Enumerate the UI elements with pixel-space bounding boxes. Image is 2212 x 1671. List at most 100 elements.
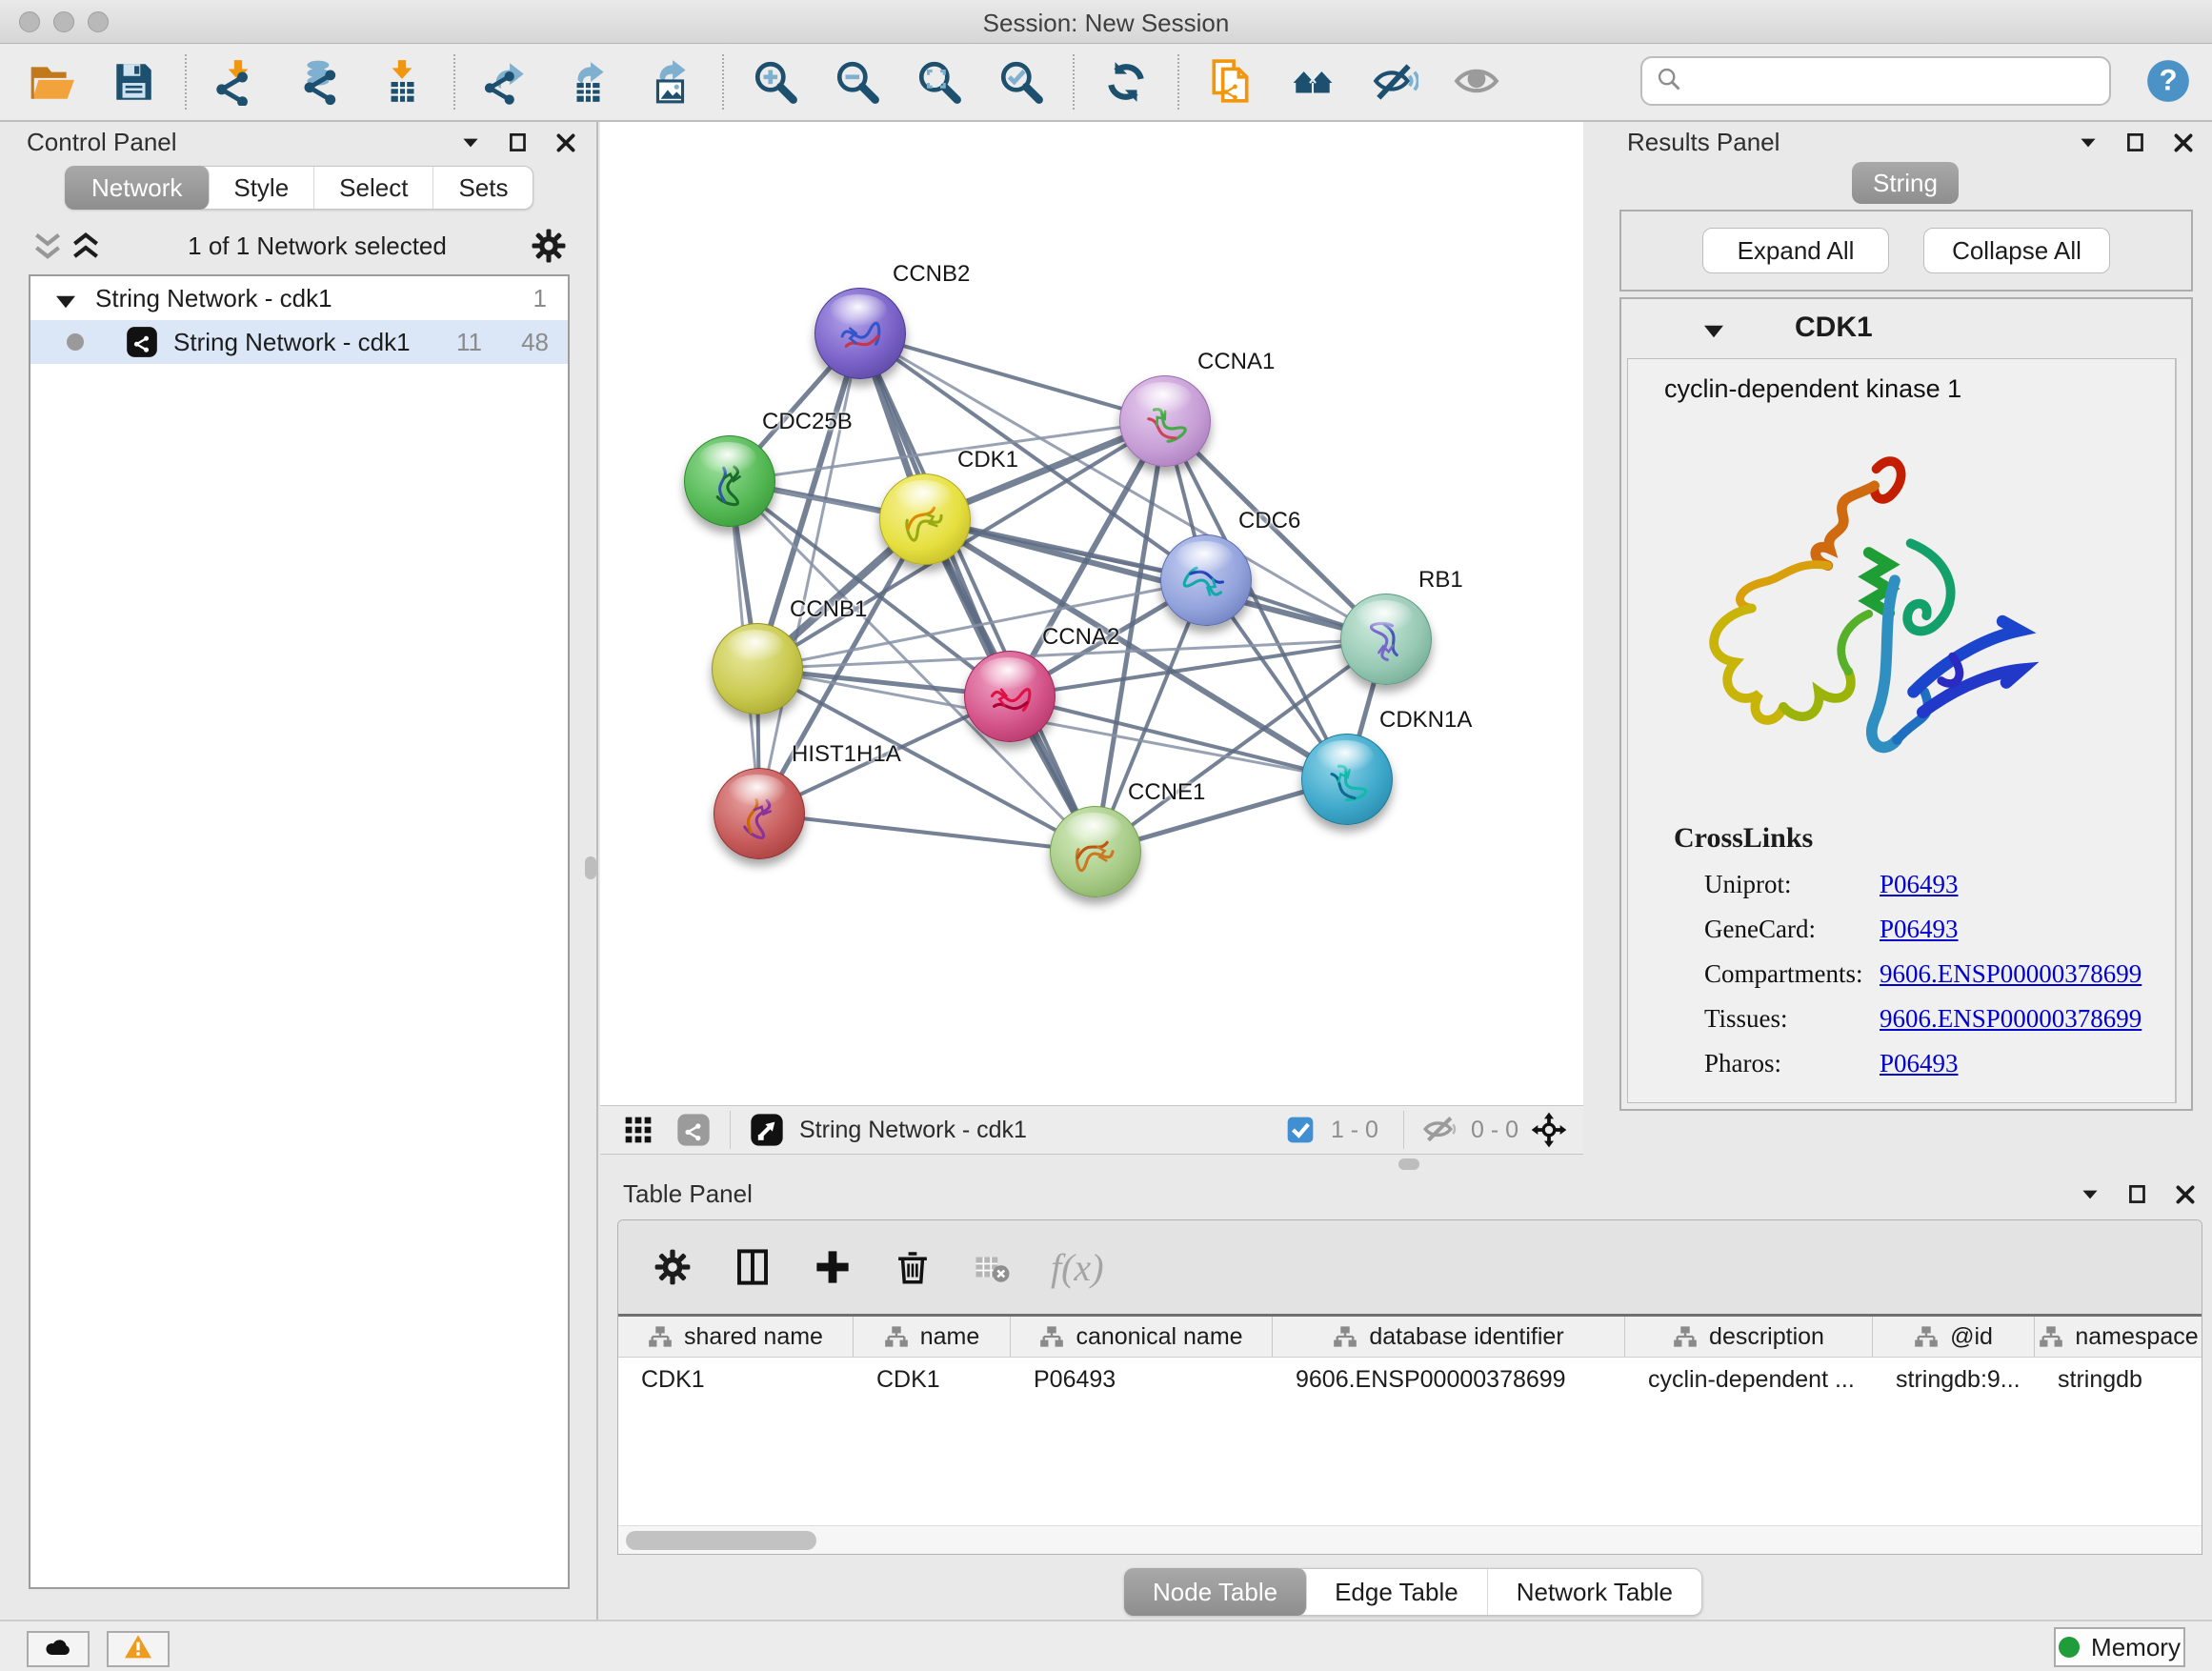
crosslink-link[interactable]: 9606.ENSP00000378699 (1880, 1004, 2142, 1034)
collapse-all-networks-icon[interactable] (29, 229, 67, 263)
gene-collapse-triangle-icon[interactable] (1699, 317, 1728, 338)
collapse-all-button[interactable]: Collapse All (1923, 228, 2110, 273)
column-header-name[interactable]: name (854, 1317, 1011, 1357)
open-session-icon[interactable] (27, 57, 76, 107)
hide-selected-icon[interactable] (1370, 57, 1419, 107)
export-table-icon[interactable] (564, 57, 613, 107)
table-cell[interactable]: stringdb (2035, 1358, 2202, 1401)
network-collection-row[interactable]: String Network - cdk1 1 (30, 276, 568, 320)
network-options-gear-icon[interactable] (530, 227, 568, 265)
grid-view-icon[interactable] (617, 1109, 659, 1151)
tab-select[interactable]: Select (314, 167, 433, 209)
import-table-icon[interactable] (377, 57, 427, 107)
node-HIST1H1A[interactable] (714, 768, 805, 859)
birdseye-view-icon[interactable] (746, 1109, 788, 1151)
panel-float-icon[interactable] (2122, 130, 2149, 156)
table-horizontal-scrollbar[interactable] (618, 1525, 2202, 1554)
tab-edge-table[interactable]: Edge Table (1306, 1569, 1488, 1615)
copy-documents-icon[interactable] (1206, 57, 1256, 107)
edge-CCNB2-CCNA1[interactable] (860, 333, 1165, 421)
zoom-fit-icon[interactable] (915, 57, 964, 107)
panel-float-icon[interactable] (505, 130, 532, 156)
crosslink-link[interactable]: P06493 (1880, 870, 1959, 899)
table-row[interactable]: CDK1CDK1P064939606.ENSP00000378699cyclin… (618, 1358, 2202, 1401)
zoom-out-icon[interactable] (833, 57, 882, 107)
cloud-button[interactable] (27, 1631, 90, 1667)
table-cell[interactable]: 9606.ENSP00000378699 (1273, 1358, 1625, 1401)
results-scrollbar[interactable] (2176, 358, 2189, 1103)
tab-network-table[interactable]: Network Table (1488, 1569, 1701, 1615)
node-CCNA1[interactable] (1119, 375, 1211, 467)
warnings-button[interactable] (107, 1631, 170, 1667)
tab-node-table[interactable]: Node Table (1124, 1568, 1307, 1616)
panel-float-icon[interactable] (2124, 1181, 2151, 1208)
table-cell[interactable]: CDK1 (854, 1358, 1011, 1401)
edge-HIST1H1A-CCNE1[interactable] (759, 814, 1096, 852)
column-header-description[interactable]: description (1625, 1317, 1873, 1357)
panel-close-icon[interactable] (2170, 130, 2197, 156)
column-header-database-identifier[interactable]: database identifier (1273, 1317, 1625, 1357)
panel-menu-icon[interactable] (2075, 130, 2101, 156)
tab-string[interactable]: String (1852, 162, 1959, 204)
expand-all-networks-icon[interactable] (67, 229, 105, 263)
tree-collapse-triangle-icon[interactable] (51, 288, 80, 309)
panel-close-icon[interactable] (2172, 1181, 2199, 1208)
import-network-database-icon[interactable] (295, 57, 345, 107)
expand-all-button[interactable]: Expand All (1702, 228, 1889, 273)
import-network-file-icon[interactable] (213, 57, 263, 107)
table-settings-gear-icon[interactable] (651, 1245, 694, 1289)
table-cell[interactable]: stringdb:9... (1873, 1358, 2035, 1401)
column-header-shared-name[interactable]: shared name (618, 1317, 854, 1357)
search-box[interactable] (1640, 56, 2111, 106)
crosslink-link[interactable]: 9606.ENSP00000378699 (1880, 959, 2142, 989)
tab-network[interactable]: Network (65, 166, 210, 210)
edge-CDC6-CCNB1[interactable] (757, 580, 1206, 669)
pan-crosshair-icon[interactable] (1528, 1109, 1570, 1151)
horizontal-splitter-handle[interactable] (1398, 1158, 1419, 1170)
search-input[interactable] (1692, 68, 2096, 94)
panel-close-icon[interactable] (553, 130, 579, 156)
selected-nodes-checkbox-icon[interactable] (1279, 1109, 1321, 1151)
node-CCNB2[interactable] (814, 288, 906, 379)
crosslink-link[interactable]: P06493 (1880, 915, 1959, 944)
zoom-selected-icon[interactable] (996, 57, 1046, 107)
show-preview-icon[interactable] (1452, 57, 1501, 107)
save-session-icon[interactable] (109, 57, 158, 107)
node-RB1[interactable] (1340, 594, 1432, 685)
table-cell[interactable]: cyclin-dependent ... (1625, 1358, 1873, 1401)
column-header--id[interactable]: @id (1873, 1317, 2035, 1357)
network-view[interactable]: CCNB2 CCNA1 CDC25B CDK1 CDC6 (600, 122, 1583, 1105)
gene-section-header[interactable]: CDK1 (1621, 299, 2191, 356)
node-CCNE1[interactable] (1050, 806, 1141, 897)
left-splitter-handle[interactable] (585, 856, 596, 879)
node-CDC25B[interactable] (684, 435, 775, 527)
node-CCNA2[interactable] (964, 651, 1056, 742)
horizontal-splitter[interactable] (600, 1155, 2212, 1174)
node-CCNB1[interactable] (712, 623, 803, 715)
help-button[interactable]: ? (2142, 54, 2195, 108)
node-CDKN1A[interactable] (1301, 734, 1393, 825)
add-column-icon[interactable] (811, 1245, 855, 1289)
network-overview-icon[interactable] (673, 1109, 714, 1151)
panel-menu-icon[interactable] (2077, 1181, 2103, 1208)
delete-column-icon[interactable] (891, 1245, 935, 1289)
node-CDK1[interactable] (879, 473, 971, 565)
column-header-namespace[interactable]: namespace (2035, 1317, 2202, 1357)
node-CDC6[interactable] (1160, 534, 1252, 626)
export-image-icon[interactable] (646, 57, 695, 107)
table-cell[interactable]: P06493 (1011, 1358, 1273, 1401)
tab-style[interactable]: Style (209, 167, 314, 209)
memory-button[interactable]: Memory (2054, 1627, 2185, 1667)
zoom-in-icon[interactable] (751, 57, 800, 107)
export-network-icon[interactable] (482, 57, 532, 107)
network-row-selected[interactable]: String Network - cdk1 11 48 (30, 320, 568, 364)
column-header-canonical-name[interactable]: canonical name (1011, 1317, 1273, 1357)
tab-sets[interactable]: Sets (433, 167, 533, 209)
refresh-layout-icon[interactable] (1101, 57, 1151, 107)
crosslink-link[interactable]: P06493 (1880, 1049, 1959, 1078)
table-cell[interactable]: CDK1 (618, 1358, 854, 1401)
edge-CCNB2-CCNE1[interactable] (860, 333, 1096, 852)
panel-menu-icon[interactable] (457, 130, 484, 156)
first-neighbors-icon[interactable] (1288, 57, 1337, 107)
scrollbar-thumb[interactable] (626, 1531, 816, 1550)
